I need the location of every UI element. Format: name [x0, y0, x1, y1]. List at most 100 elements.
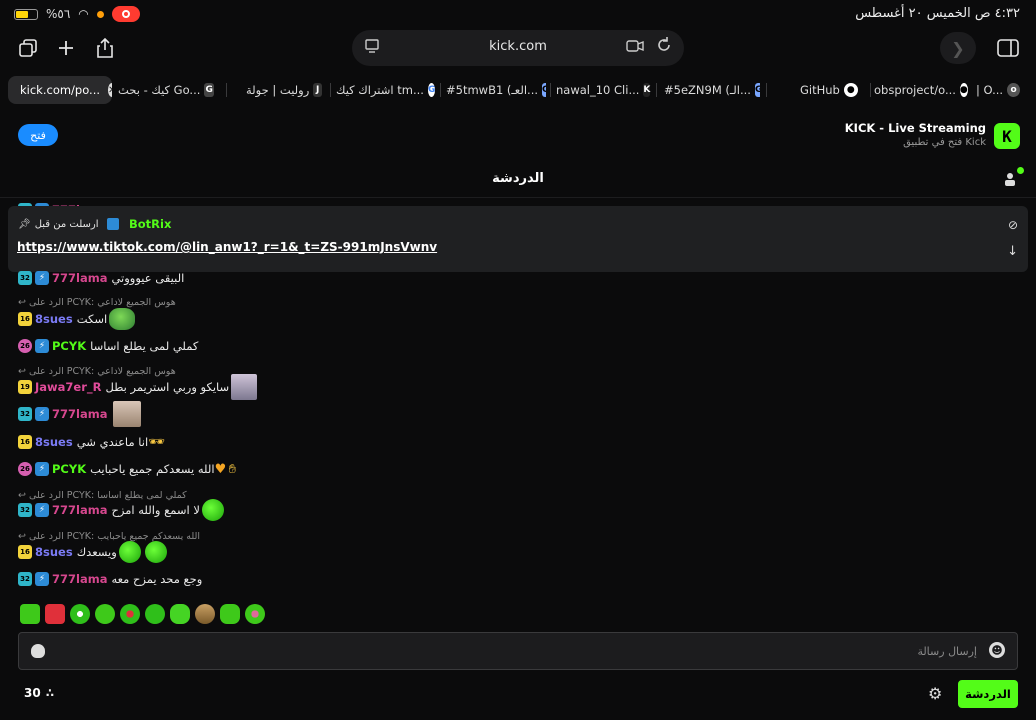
tab-obs[interactable]: | O... o	[976, 76, 1024, 104]
send-chat-button[interactable]: الدردشة	[958, 680, 1018, 708]
sidebar-icon[interactable]	[994, 34, 1022, 62]
tab-label: كيك - بحث Go...	[118, 83, 201, 97]
chat-title: الدردشة	[492, 171, 544, 186]
tab-kick[interactable]: kick.com/po... ✕	[8, 76, 112, 104]
users-icon[interactable]	[1002, 167, 1024, 187]
emote-icon[interactable]	[170, 604, 190, 624]
banner-subtitle: فتح في تطبيق Kick	[903, 137, 986, 148]
expand-icon[interactable]: ↓	[1007, 244, 1018, 259]
chat-message: 19 Jawa7er_R سايكو وربي استريمر بطل	[18, 374, 259, 400]
pin-icon: 📌︎	[18, 218, 31, 230]
green-blob-emote-icon	[118, 541, 141, 563]
sunglasses-emote-icon: 🕶︎	[148, 434, 165, 450]
tab-label: kick.com/po...	[20, 83, 101, 97]
plus-icon[interactable]	[52, 34, 80, 62]
bolt-badge-icon: ⚡︎	[35, 572, 49, 586]
username[interactable]: Jawa7er_R	[35, 380, 102, 394]
status-bar: %٥٦ ◠ ٤:٣٢ ص الخميس ٢٠ أغسطس	[0, 0, 1036, 30]
pinned-username[interactable]: BotRix	[129, 217, 171, 231]
heart-emote-icon: ♥	[214, 462, 227, 477]
chat-header: الدردشة	[0, 162, 1036, 198]
site-icon: G	[754, 83, 760, 97]
username[interactable]: 8sues	[35, 435, 73, 449]
bolt-badge-icon: ⚡︎	[35, 271, 49, 285]
translate-icon[interactable]	[626, 38, 644, 58]
chat-message-input[interactable]	[59, 641, 977, 661]
share-icon[interactable]	[91, 34, 119, 62]
emote-icon[interactable]	[45, 604, 65, 624]
forward-icon[interactable]: ❯	[940, 32, 976, 64]
mic-indicator-icon	[96, 10, 104, 18]
emote-quick-bar	[20, 604, 265, 626]
bolt-badge-icon: ⚡︎	[35, 503, 49, 517]
close-icon[interactable]: ✕	[108, 83, 112, 97]
chat-message: 32 ⚡︎ 777lama	[18, 401, 143, 427]
site-icon: J	[313, 83, 322, 97]
chat-input-box: ☻	[18, 632, 1018, 670]
subscriber-badge: 26	[18, 339, 32, 353]
browser-toolbar: kick.com ❯	[0, 28, 1036, 68]
tab-nawal[interactable]: nawal_10 Cli... K	[556, 76, 652, 104]
banner-title: KICK - Live Streaming	[844, 121, 986, 135]
emote-icon[interactable]	[245, 604, 265, 624]
wifi-icon: ◠	[78, 7, 89, 21]
tab-github[interactable]: GitHub ●	[800, 76, 866, 104]
username[interactable]: 777lama	[52, 407, 107, 421]
status-left: %٥٦ ◠	[14, 6, 140, 22]
viewer-count: 30 ∴	[24, 686, 54, 700]
address-bar[interactable]: kick.com	[352, 30, 684, 66]
username[interactable]: PCYK	[52, 462, 86, 476]
emote-icon[interactable]	[220, 604, 240, 624]
username[interactable]: 8sues	[35, 545, 73, 559]
hide-pin-icon[interactable]: ⊘	[1008, 218, 1018, 232]
subscriber-badge: 32	[18, 271, 32, 285]
gear-icon[interactable]: ⚙	[928, 684, 942, 703]
google-icon: G	[204, 83, 214, 97]
subscriber-badge: 16	[18, 545, 32, 559]
emote-icon[interactable]	[145, 604, 165, 624]
message-text: سايكو وربي استريمر بطل	[105, 380, 230, 394]
frog-emote-icon	[109, 308, 136, 330]
tabs-icon[interactable]	[14, 34, 42, 62]
username[interactable]: 777lama	[52, 503, 107, 517]
chat-message: 16 8sues انا ماعندي شي 🕶︎	[18, 430, 165, 454]
username[interactable]: 777lama	[52, 271, 107, 285]
pinned-link[interactable]: https://www.tiktok.com/@lin_anw1?_r=1&_t…	[17, 240, 437, 254]
message-text: اسكت	[76, 312, 108, 326]
tab-obsproject[interactable]: obsproject/o... ●	[874, 76, 970, 104]
emote-icon[interactable]	[95, 604, 115, 624]
username[interactable]: 8sues	[35, 312, 73, 326]
kick-icon: K	[643, 83, 651, 97]
tab-label: GitHub	[800, 83, 840, 97]
chat-message: 32 ⚡︎ 777lama البيقى عيوووتي	[18, 266, 184, 290]
emote-icon[interactable]	[20, 604, 40, 624]
subscriber-badge: 16	[18, 435, 32, 449]
emote-icon[interactable]	[70, 604, 90, 624]
record-icon[interactable]	[111, 6, 140, 22]
subscriber-badge: 32	[18, 407, 32, 421]
reload-icon[interactable]	[656, 36, 672, 58]
emoji-icon[interactable]: ☻	[989, 642, 1005, 658]
username[interactable]: PCYK	[52, 339, 86, 353]
emote-icon[interactable]	[195, 604, 215, 624]
kick-logo-icon: K	[994, 123, 1020, 149]
open-app-button[interactable]: فتح	[18, 124, 58, 146]
tab-roulette[interactable]: روليت | جولة J	[246, 76, 326, 104]
tab-label: #5eZN9M (الـ...	[664, 83, 751, 97]
subscriber-badge: 26	[18, 462, 32, 476]
tab-kick-subscribe[interactable]: اشتراك كيك tm... G	[336, 76, 436, 104]
message-text: وجع محد يمزح معه	[111, 572, 203, 586]
username[interactable]: 777lama	[52, 572, 107, 586]
shield-icon[interactable]	[31, 644, 45, 658]
battery-percent: %٥٦	[46, 7, 71, 21]
tab-5ezn9m[interactable]: #5eZN9M (الـ... G	[664, 76, 760, 104]
chat-message: 32 ⚡︎ 777lama وجع محد يمزح معه	[18, 567, 202, 591]
tab-5tmwb1[interactable]: #5tmwB1 (العـ... G	[446, 76, 546, 104]
bolt-badge-icon	[106, 218, 119, 230]
subscriber-badge: 32	[18, 503, 32, 517]
emote-icon[interactable]	[120, 604, 140, 624]
app-banner: فتح KICK - Live Streaming فتح في تطبيق K…	[0, 114, 1036, 158]
subscriber-badge: 19	[18, 380, 32, 394]
tab-google-search[interactable]: كيك - بحث Go... G	[118, 76, 218, 104]
green-blob-emote-icon	[201, 499, 224, 521]
